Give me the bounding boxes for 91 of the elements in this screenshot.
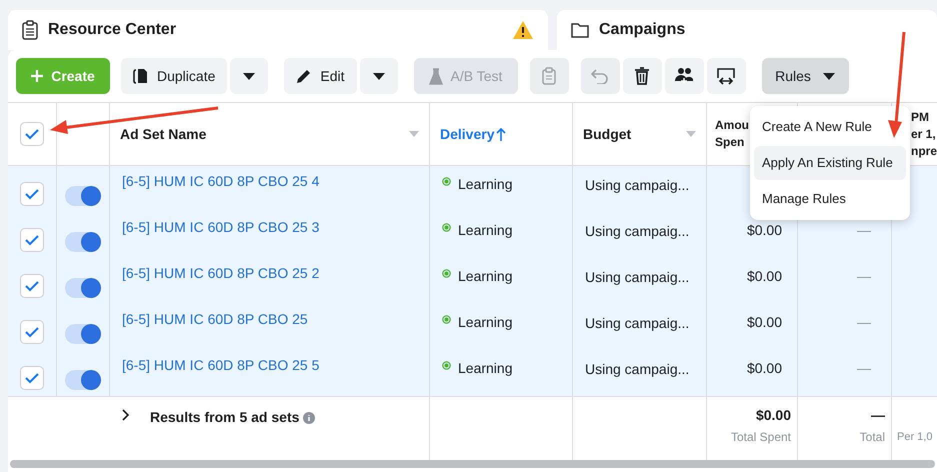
pencil-icon <box>296 68 312 84</box>
undo-icon <box>591 68 609 84</box>
results-summary: Results from 5 ad sets <box>150 408 300 427</box>
total-label: Per 1,0 <box>897 431 932 443</box>
amount-cell-text: $0.00 <box>746 267 782 286</box>
total-amount: $0.00 <box>756 406 791 425</box>
column-header: Budget <box>583 126 632 142</box>
card-title: Resource Center <box>48 20 176 40</box>
clipboard-icon <box>542 67 556 85</box>
duplicate-button[interactable]: Duplicate <box>121 58 228 94</box>
total-label: Total <box>860 429 885 446</box>
checkbox[interactable] <box>20 228 44 252</box>
caret-icon <box>372 72 384 80</box>
budget-cell: Using campaig... <box>585 315 690 331</box>
people-icon <box>674 67 694 85</box>
checkbox[interactable] <box>20 366 44 390</box>
column-header: PM er 1, npre <box>911 108 937 160</box>
check-icon <box>25 280 39 292</box>
trash-icon <box>634 67 650 85</box>
total-label: Total Spent <box>730 429 791 446</box>
people-button[interactable] <box>664 58 704 94</box>
ad-set-link[interactable]: [6-5] HUM IC 60D 8P CBO 25 <box>122 311 308 327</box>
status-dot-icon <box>442 223 451 232</box>
budget-cell: Using campaig... <box>585 223 690 239</box>
results-cell-text: — <box>857 267 871 286</box>
folder-icon <box>571 22 589 38</box>
rules-button[interactable]: Rules <box>762 58 848 94</box>
dropdown-button[interactable] <box>230 58 268 94</box>
toggle-switch[interactable] <box>65 232 101 252</box>
swap-icon <box>715 67 737 85</box>
delivery-status: Learning <box>458 313 512 332</box>
checkbox[interactable] <box>20 122 44 146</box>
check-icon <box>25 234 39 246</box>
ad-set-link[interactable]: [6-5] HUM IC 60D 8P CBO 25 4 <box>122 173 320 189</box>
plus-icon <box>31 70 44 82</box>
toggle-switch[interactable] <box>65 324 101 344</box>
toggle-switch[interactable] <box>65 186 101 206</box>
card-title: Campaigns <box>599 20 686 40</box>
budget-cell: Using campaig... <box>585 177 690 193</box>
delivery-status: Learning <box>458 359 512 378</box>
caret-icon <box>822 72 835 80</box>
menu-item[interactable]: Apply An Existing Rule <box>754 146 906 180</box>
swap-button[interactable] <box>706 58 746 94</box>
scrollbar[interactable] <box>10 460 935 468</box>
warning-icon <box>512 20 534 40</box>
menu-item[interactable]: Create A New Rule <box>754 110 906 144</box>
delivery-status: Learning <box>458 175 512 194</box>
delete-button[interactable] <box>622 58 662 94</box>
toggle-switch[interactable] <box>65 278 101 298</box>
ad-set-link[interactable]: [6-5] HUM IC 60D 8P CBO 25 5 <box>122 357 320 373</box>
budget-cell: Using campaig... <box>585 269 690 285</box>
column-header: Amou Spen <box>715 117 749 151</box>
chevron-icon[interactable] <box>122 409 130 421</box>
clipboard-icon <box>22 20 38 40</box>
total-results: — <box>871 406 885 425</box>
check-icon <box>25 188 39 200</box>
delivery-status: Learning <box>458 221 512 240</box>
edit-button[interactable]: Edit <box>284 58 356 94</box>
checkbox[interactable] <box>20 274 44 298</box>
amount-cell-text: $0.00 <box>746 221 782 240</box>
flask-icon <box>428 68 443 84</box>
results-cell-text: — <box>857 313 871 332</box>
info-icon <box>303 412 316 424</box>
sort-caret-icon <box>409 131 419 137</box>
status-dot-icon <box>442 177 451 186</box>
check-icon <box>25 372 39 384</box>
check-icon <box>25 128 39 140</box>
caret-icon <box>243 72 256 80</box>
results-cell-text: — <box>857 359 871 378</box>
check-icon <box>25 326 39 338</box>
copy-icon <box>133 68 149 84</box>
sort-caret-icon <box>686 131 696 137</box>
amount-cell-text: $0.00 <box>746 313 782 332</box>
amount-cell-text: $0.00 <box>746 359 782 378</box>
dropdown-button[interactable] <box>360 58 398 94</box>
column-header: Ad Set Name <box>120 126 206 142</box>
budget-cell: Using campaig... <box>585 361 690 377</box>
checkbox[interactable] <box>20 320 44 344</box>
menu-item[interactable]: Manage Rules <box>754 182 906 216</box>
results-cell-text: — <box>857 221 871 240</box>
column-header: Delivery <box>440 126 494 142</box>
toggle-switch[interactable] <box>65 370 101 390</box>
status-dot-icon <box>442 315 451 324</box>
ad-set-link[interactable]: [6-5] HUM IC 60D 8P CBO 25 3 <box>122 219 320 235</box>
checkbox[interactable] <box>20 182 44 206</box>
status-dot-icon <box>442 361 451 370</box>
delivery-status: Learning <box>458 267 512 286</box>
sort-arrow-icon <box>496 127 506 141</box>
create-button[interactable]: Create <box>16 58 110 94</box>
status-dot-icon <box>442 269 451 278</box>
ad-set-link[interactable]: [6-5] HUM IC 60D 8P CBO 25 2 <box>122 265 320 281</box>
